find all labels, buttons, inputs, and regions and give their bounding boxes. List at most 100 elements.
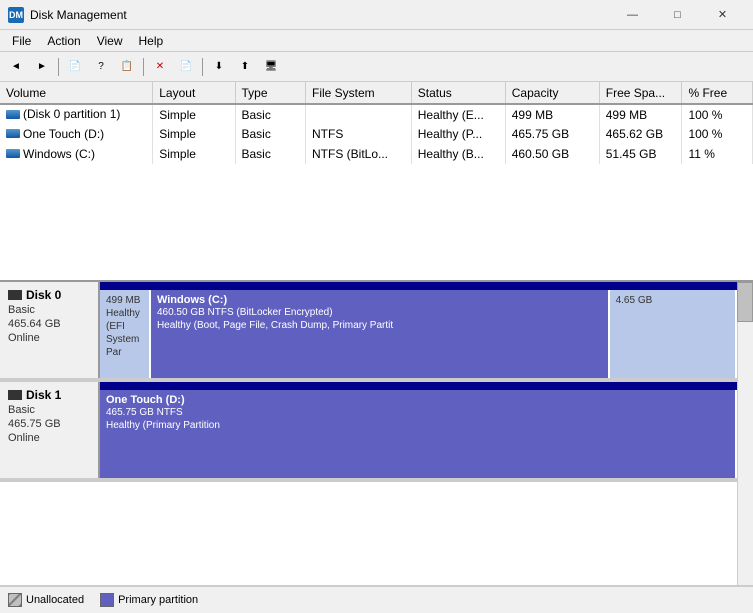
vol-type-1: Basic bbox=[235, 124, 306, 144]
disk-0-partitions: 499 MBHealthy (EFI System Par Windows (C… bbox=[100, 282, 737, 378]
col-free[interactable]: Free Spa... bbox=[599, 82, 682, 104]
disk-0-partition-1[interactable]: 499 MBHealthy (EFI System Par bbox=[100, 290, 151, 378]
disk-label-1: Disk 1 Basic 465.75 GB Online bbox=[0, 382, 100, 478]
vol-fs-2: NTFS (BitLo... bbox=[306, 144, 412, 164]
disk-1-name: Disk 1 bbox=[8, 388, 90, 402]
vol-status-1: Healthy (P... bbox=[411, 124, 505, 144]
disk-0-name: Disk 0 bbox=[8, 288, 90, 302]
scrollbar-thumb[interactable] bbox=[737, 282, 753, 322]
maximize-button[interactable]: □ bbox=[655, 0, 700, 30]
volume-row-1[interactable]: One Touch (D:) Simple Basic NTFS Healthy… bbox=[0, 124, 753, 144]
menu-help[interactable]: Help bbox=[131, 32, 172, 50]
disk-0-status: Online bbox=[8, 332, 90, 344]
minimize-button[interactable]: — bbox=[610, 0, 655, 30]
disk-1-partition-1[interactable]: One Touch (D:) 465.75 GB NTFSHealthy (Pr… bbox=[100, 390, 737, 478]
disk-1-partitions: One Touch (D:) 465.75 GB NTFSHealthy (Pr… bbox=[100, 382, 737, 478]
main-content: Volume Layout Type File System Status Ca… bbox=[0, 82, 753, 613]
vol-percent-1: 100 % bbox=[682, 124, 753, 144]
disk-row-0: Disk 0 Basic 465.64 GB Online 499 MBHeal… bbox=[0, 282, 737, 382]
vol-name-1: One Touch (D:) bbox=[0, 124, 153, 144]
legend-primary-color bbox=[100, 593, 114, 607]
toolbar-separator-3 bbox=[202, 58, 203, 76]
col-type[interactable]: Type bbox=[235, 82, 306, 104]
col-capacity[interactable]: Capacity bbox=[505, 82, 599, 104]
col-percent[interactable]: % Free bbox=[682, 82, 753, 104]
window-title: Disk Management bbox=[30, 8, 610, 22]
legend-unallocated-color bbox=[8, 593, 22, 607]
disk-row-1: Disk 1 Basic 465.75 GB Online One Touch … bbox=[0, 382, 737, 482]
toolbar-doc[interactable]: 📄 bbox=[63, 56, 87, 78]
toolbar-help[interactable]: ? bbox=[89, 56, 113, 78]
toolbar-display[interactable]: 🖥 bbox=[259, 56, 283, 78]
disk-symbol bbox=[8, 290, 22, 300]
legend-unallocated: Unallocated bbox=[8, 593, 84, 607]
menu-view[interactable]: View bbox=[89, 32, 131, 50]
legend-primary-label: Primary partition bbox=[118, 594, 198, 606]
disk-0-partition-3[interactable]: 4.65 GB bbox=[610, 290, 737, 378]
disk-0-partitions-row: 499 MBHealthy (EFI System Par Windows (C… bbox=[100, 290, 737, 378]
vol-type-2: Basic bbox=[235, 144, 306, 164]
toolbar-separator-2 bbox=[143, 58, 144, 76]
scrollbar-track[interactable] bbox=[737, 282, 753, 585]
col-status[interactable]: Status bbox=[411, 82, 505, 104]
toolbar-up[interactable]: ⬆ bbox=[233, 56, 257, 78]
vol-status-2: Healthy (B... bbox=[411, 144, 505, 164]
vol-capacity-1: 465.75 GB bbox=[505, 124, 599, 144]
vol-type-0: Basic bbox=[235, 104, 306, 124]
disk-0-partition-2[interactable]: Windows (C:) 460.50 GB NTFS (BitLocker E… bbox=[151, 290, 610, 378]
vol-percent-2: 11 % bbox=[682, 144, 753, 164]
app-icon: DM bbox=[8, 7, 24, 23]
disk-1-symbol bbox=[8, 390, 22, 400]
disk-0-p2-detail: 460.50 GB NTFS (BitLocker Encrypted)Heal… bbox=[157, 306, 602, 332]
toolbar-clipboard[interactable]: 📋 bbox=[115, 56, 139, 78]
toolbar-down[interactable]: ⬇ bbox=[207, 56, 231, 78]
vol-capacity-2: 460.50 GB bbox=[505, 144, 599, 164]
toolbar: ◄ ► 📄 ? 📋 ✕ 📄 ⬇ ⬆ 🖥 bbox=[0, 52, 753, 82]
disk-1-p1-name: One Touch (D:) bbox=[106, 394, 729, 406]
menu-bar: File Action View Help bbox=[0, 30, 753, 52]
vol-fs-0 bbox=[306, 104, 412, 124]
close-button[interactable]: ✕ bbox=[700, 0, 745, 30]
toolbar-forward[interactable]: ► bbox=[30, 56, 54, 78]
col-filesystem[interactable]: File System bbox=[306, 82, 412, 104]
vol-free-2: 51.45 GB bbox=[599, 144, 682, 164]
vol-free-1: 465.62 GB bbox=[599, 124, 682, 144]
toolbar-import[interactable]: 📄 bbox=[174, 56, 198, 78]
col-volume[interactable]: Volume bbox=[0, 82, 153, 104]
disk-1-size: 465.75 GB bbox=[8, 418, 90, 430]
window-controls: — □ ✕ bbox=[610, 0, 745, 30]
disk-0-p2-name: Windows (C:) bbox=[157, 294, 602, 306]
menu-action[interactable]: Action bbox=[39, 32, 88, 50]
disk-1-status: Online bbox=[8, 432, 90, 444]
disk-label-0: Disk 0 Basic 465.64 GB Online bbox=[0, 282, 100, 378]
disk-0-p3-detail: 4.65 GB bbox=[616, 294, 729, 307]
disk-0-bar bbox=[100, 282, 737, 290]
volume-row-2[interactable]: Windows (C:) Simple Basic NTFS (BitLo...… bbox=[0, 144, 753, 164]
disk-0-size: 465.64 GB bbox=[8, 318, 90, 330]
volume-table: Volume Layout Type File System Status Ca… bbox=[0, 82, 753, 164]
legend-primary: Primary partition bbox=[100, 593, 198, 607]
vol-status-0: Healthy (E... bbox=[411, 104, 505, 124]
toolbar-separator-1 bbox=[58, 58, 59, 76]
vol-free-0: 499 MB bbox=[599, 104, 682, 124]
vol-capacity-0: 499 MB bbox=[505, 104, 599, 124]
toolbar-back[interactable]: ◄ bbox=[4, 56, 28, 78]
disk-1-type: Basic bbox=[8, 404, 90, 416]
menu-file[interactable]: File bbox=[4, 32, 39, 50]
legend-unallocated-label: Unallocated bbox=[26, 594, 84, 606]
vol-layout-0: Simple bbox=[153, 104, 235, 124]
vol-percent-0: 100 % bbox=[682, 104, 753, 124]
vol-layout-2: Simple bbox=[153, 144, 235, 164]
disk-view: Disk 0 Basic 465.64 GB Online 499 MBHeal… bbox=[0, 282, 753, 585]
disk-0-p1-detail: 499 MBHealthy (EFI System Par bbox=[106, 294, 143, 359]
volume-list: Volume Layout Type File System Status Ca… bbox=[0, 82, 753, 282]
vol-fs-1: NTFS bbox=[306, 124, 412, 144]
title-bar: DM Disk Management — □ ✕ bbox=[0, 0, 753, 30]
toolbar-delete[interactable]: ✕ bbox=[148, 56, 172, 78]
volume-row-0[interactable]: (Disk 0 partition 1) Simple Basic Health… bbox=[0, 104, 753, 124]
vol-name-0: (Disk 0 partition 1) bbox=[0, 104, 153, 124]
disk-0-type: Basic bbox=[8, 304, 90, 316]
legend: Unallocated Primary partition bbox=[0, 585, 753, 613]
vol-layout-1: Simple bbox=[153, 124, 235, 144]
col-layout[interactable]: Layout bbox=[153, 82, 235, 104]
